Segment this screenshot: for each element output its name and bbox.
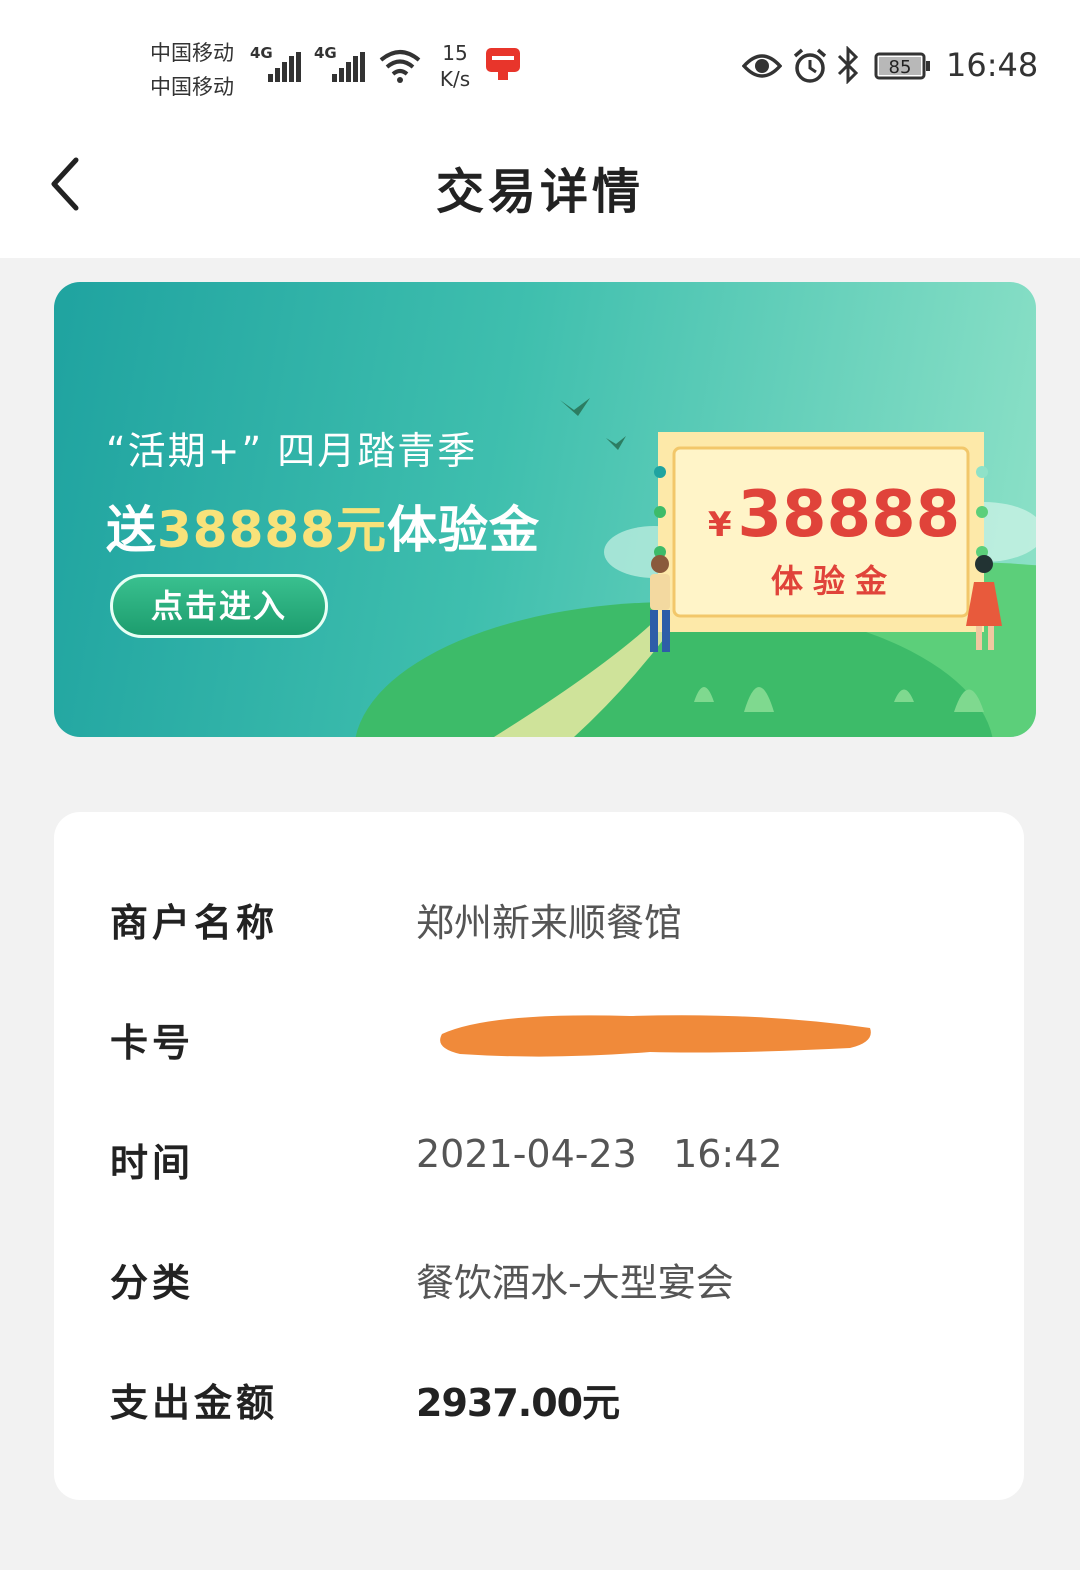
amount-label: 支出金额	[110, 1380, 279, 1425]
enter-button[interactable]: 点击进入	[110, 574, 328, 638]
category-label: 分类	[110, 1260, 195, 1305]
page-title: 交易详情	[435, 164, 644, 220]
redacted-card-number	[440, 1015, 871, 1057]
headline-prefix: 送	[106, 501, 157, 559]
battery-icon: 85	[874, 52, 930, 80]
status-bar: 中国移动 中国移动 4G 4G 15 K/s 85 16:48	[0, 0, 1080, 120]
carrier-names: 中国移动 中国移动	[150, 36, 234, 104]
promo-banner[interactable]: “活期+” 四月踏青季 送38888元体验金 点击进入 ¥38888 体验金	[54, 282, 1036, 737]
wifi-icon	[379, 50, 421, 83]
card-number-label: 卡号	[110, 1020, 195, 1065]
category-value: 餐饮酒水-大型宴会	[416, 1261, 734, 1305]
time-value: 2021-04-23 16:42	[416, 1132, 783, 1176]
navigation-bar: 交易详情	[0, 120, 1080, 258]
amount-row: 支出金额 2937.00元	[110, 1372, 990, 1432]
battery-level: 85	[889, 57, 912, 78]
ticket-amount: ¥38888	[694, 478, 974, 552]
merchant-label: 商户名称	[110, 900, 279, 945]
ticket-label: 体验金	[770, 562, 897, 600]
carrier-1: 中国移动	[150, 41, 234, 65]
ticket-amount-value: 38888	[737, 478, 961, 552]
alarm-icon	[793, 48, 827, 83]
currency-symbol: ¥	[707, 505, 732, 545]
eye-icon	[742, 54, 782, 78]
time-label: 时间	[110, 1140, 195, 1185]
carrier-2: 中国移动	[150, 75, 234, 99]
speed-unit: K/s	[439, 67, 471, 91]
time-row: 时间 2021-04-23 16:42	[110, 1132, 990, 1192]
category-row: 分类 餐饮酒水-大型宴会	[110, 1252, 990, 1312]
network-speed: 15 K/s	[430, 40, 480, 92]
banner-subtitle: “活期+” 四月踏青季	[106, 429, 478, 473]
merchant-row: 商户名称 郑州新来顺餐馆	[110, 892, 990, 952]
speed-value: 15	[442, 41, 468, 65]
headline-highlight: 38888元	[157, 501, 387, 559]
banner-headline: 送38888元体验金	[106, 490, 540, 562]
app-notification-icon	[486, 48, 520, 80]
clock: 16:48	[946, 46, 1039, 84]
bluetooth-icon	[837, 46, 859, 84]
merchant-value: 郑州新来顺餐馆	[416, 901, 683, 945]
card-number-row: 卡号	[110, 1012, 990, 1072]
headline-suffix: 体验金	[386, 501, 540, 559]
transaction-detail-card: 商户名称 郑州新来顺餐馆 卡号 时间 2021-04-23 16:42 分类 餐…	[54, 812, 1024, 1500]
amount-value: 2937.00元	[416, 1381, 620, 1425]
